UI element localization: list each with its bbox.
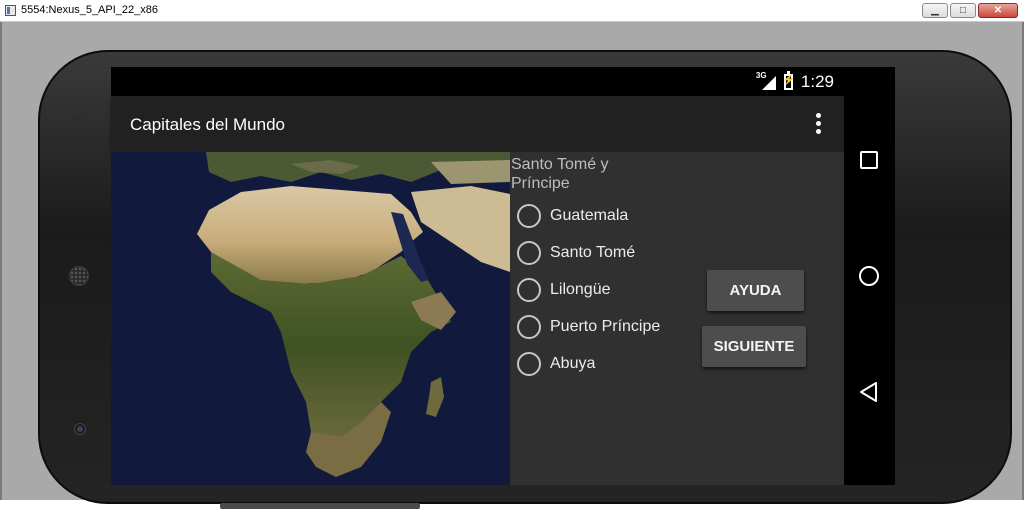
- quiz-content: Santo Tomé y Príncipe Guatemala Santo To…: [111, 152, 844, 485]
- status-clock: 1:29: [800, 72, 834, 91]
- sensor-icon: [76, 114, 82, 120]
- option-label: Puerto Príncipe: [550, 317, 661, 335]
- option-label: Abuya: [550, 354, 596, 372]
- option-santo-tome[interactable]: Santo Tomé: [517, 234, 660, 271]
- africa-map-image: [111, 152, 510, 485]
- camera-icon: [75, 424, 85, 434]
- overflow-menu-icon[interactable]: [816, 113, 822, 135]
- circle-icon[interactable]: [859, 266, 879, 286]
- option-abuya[interactable]: Abuya: [517, 345, 660, 382]
- next-button[interactable]: SIGUIENTE: [702, 326, 806, 367]
- question-text: Santo Tomé y Príncipe: [511, 156, 609, 192]
- window-title-bar: 5554:Nexus_5_API_22_x86 ▁ □ ✕: [0, 0, 1024, 22]
- sensor-icon: [76, 128, 82, 134]
- battery-icon: [783, 71, 795, 90]
- triangle-back-icon[interactable]: [858, 381, 880, 403]
- navigation-bar: [844, 67, 895, 485]
- radio-button[interactable]: [517, 314, 541, 339]
- close-button[interactable]: ✕: [978, 3, 1018, 18]
- answer-options: Guatemala Santo Tomé Lilongüe Puerto Prí…: [517, 197, 660, 382]
- window-title: 5554:Nexus_5_API_22_x86: [21, 4, 158, 16]
- option-puerto-principe[interactable]: Puerto Príncipe: [517, 308, 660, 345]
- option-label: Santo Tomé: [550, 243, 636, 261]
- app-title: Capitales del Mundo: [130, 115, 285, 134]
- option-guatemala[interactable]: Guatemala: [517, 197, 660, 234]
- radio-button[interactable]: [517, 277, 541, 302]
- app-window-icon: [5, 5, 16, 16]
- speaker-grill-icon: [69, 266, 89, 286]
- radio-button[interactable]: [517, 240, 541, 265]
- status-bar: 3G 1:29: [111, 67, 844, 96]
- phone-bottom-edge: [220, 503, 420, 509]
- device-screen: 3G 1:29 Capitales del Mundo: [111, 67, 895, 485]
- help-button[interactable]: AYUDA: [707, 270, 804, 311]
- maximize-button[interactable]: □: [950, 3, 976, 18]
- emulator-frame: 3G 1:29 Capitales del Mundo: [0, 22, 1024, 509]
- square-icon[interactable]: [860, 151, 878, 169]
- radio-button[interactable]: [517, 351, 541, 376]
- option-lilongue[interactable]: Lilongüe: [517, 271, 660, 308]
- minimize-button[interactable]: ▁: [922, 3, 948, 18]
- option-label: Guatemala: [550, 206, 629, 224]
- network-type: 3G: [755, 71, 767, 80]
- option-label: Lilongüe: [550, 280, 611, 298]
- app-bar: Capitales del Mundo: [111, 96, 844, 152]
- radio-button[interactable]: [517, 203, 541, 228]
- signal-icon: 3G: [756, 71, 776, 90]
